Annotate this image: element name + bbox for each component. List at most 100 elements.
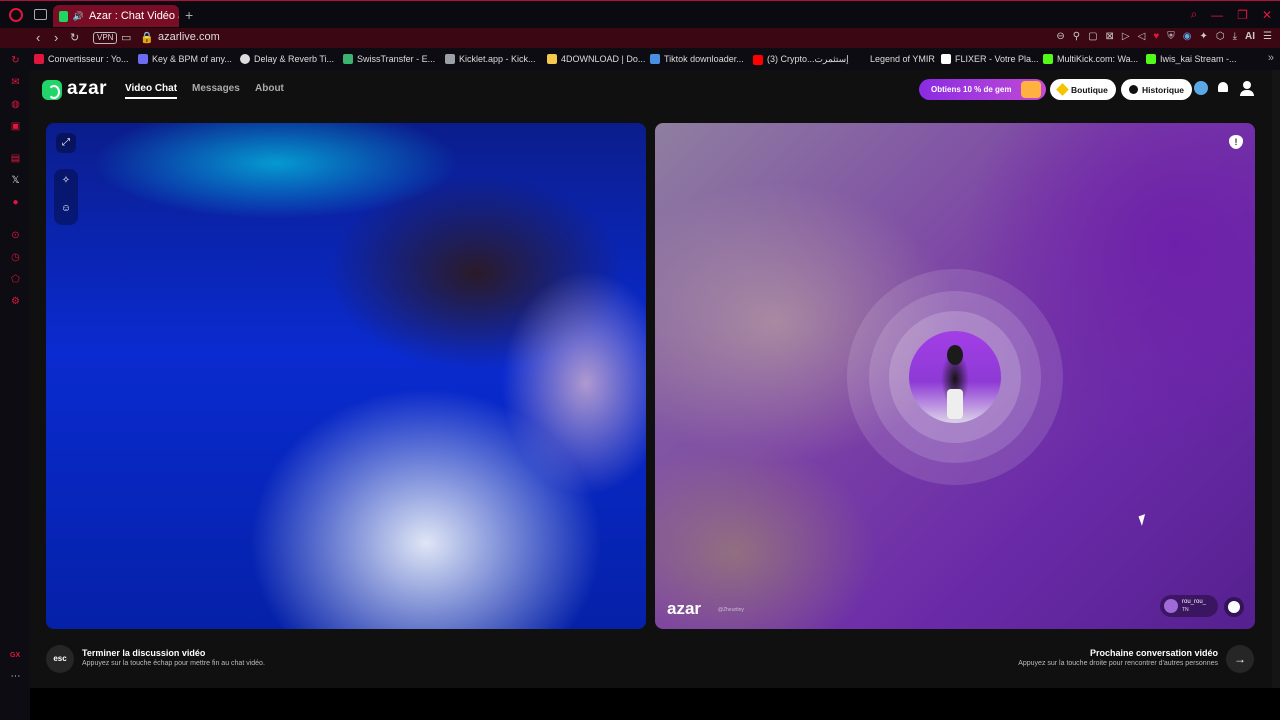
- swisstransfer-icon: [343, 54, 353, 64]
- mouse-cursor-icon: [1138, 514, 1149, 526]
- reload-icon[interactable]: ↻: [70, 31, 79, 44]
- bookmark-item[interactable]: Legend of YMIR: [870, 54, 935, 64]
- search-icon[interactable]: ⌕: [1190, 7, 1197, 22]
- lock-icon[interactable]: 🔒: [140, 31, 154, 44]
- clock-icon: [1129, 85, 1138, 94]
- tab-menu-icon[interactable]: [34, 9, 47, 20]
- bookmark-item[interactable]: MultiKick.com: Wa...: [1043, 54, 1138, 64]
- block-icon[interactable]: ⊠: [1106, 31, 1114, 42]
- extensions-icon[interactable]: ⬠: [10, 274, 21, 285]
- aria-icon[interactable]: ↻: [10, 55, 21, 66]
- bookmark-item[interactable]: Delay & Reverb Ti...: [240, 54, 334, 64]
- flow-icon[interactable]: ◁: [1138, 31, 1146, 42]
- partner-name: rou_rou_: [1182, 599, 1207, 605]
- tab-messages[interactable]: Messages: [192, 83, 240, 94]
- profile-icon[interactable]: [1240, 81, 1254, 96]
- sound-ext-icon[interactable]: ◉: [1183, 31, 1192, 42]
- twitch-icon[interactable]: ▤: [10, 153, 21, 164]
- close-icon[interactable]: ✕: [1262, 8, 1272, 22]
- vk-icon[interactable]: ●: [10, 197, 21, 208]
- music-icon[interactable]: ▣: [10, 121, 21, 132]
- snapshot-icon[interactable]: ▢: [1088, 31, 1097, 42]
- boutique-button[interactable]: Boutique: [1050, 79, 1116, 100]
- chat-bubble-icon[interactable]: [1194, 81, 1208, 95]
- puzzle-icon[interactable]: ✦: [1199, 31, 1207, 42]
- historique-button[interactable]: Historique: [1121, 79, 1193, 100]
- tab-title: Azar : Chat Vidéo avec: [89, 10, 179, 22]
- restore-icon[interactable]: ❐: [1237, 8, 1248, 22]
- azar-logo-icon[interactable]: [42, 80, 62, 100]
- messenger-icon[interactable]: ✉: [10, 77, 21, 88]
- esc-button[interactable]: esc: [46, 645, 74, 673]
- partner-avatar: [909, 331, 1001, 423]
- bottom-strip: [30, 688, 1280, 720]
- watermark-handle: @Zheurtiny: [718, 607, 744, 613]
- minimize-icon[interactable]: —: [1211, 8, 1223, 22]
- bookmark-item[interactable]: Convertisseur : Yo...: [34, 54, 129, 64]
- chat-sidebar-icon[interactable]: ◍: [10, 99, 21, 110]
- page-scrollbar[interactable]: [1272, 70, 1280, 688]
- more-icon[interactable]: ⋯: [10, 671, 21, 682]
- azar-logo-text[interactable]: azar: [67, 78, 107, 100]
- gx-icon[interactable]: GX: [10, 652, 20, 659]
- bookmark-item[interactable]: (3) Crypto...إستثمرت: [753, 54, 849, 65]
- gem-icon: [1056, 83, 1069, 96]
- forward-icon[interactable]: ›: [54, 30, 58, 45]
- browser-window: 🔊 Azar : Chat Vidéo avec + ⌕ — ❐ ✕ ‹ › ↻…: [0, 0, 1280, 720]
- next-chat-subtitle: Appuyez sur la touche droite pour rencon…: [1018, 660, 1218, 667]
- bookmark-item[interactable]: Kicklet.app - Kick...: [445, 54, 536, 64]
- report-shield-icon[interactable]: !: [1229, 135, 1243, 149]
- settings-icon[interactable]: ⚙: [10, 296, 21, 307]
- vpn-badge[interactable]: VPN: [93, 32, 118, 44]
- kicklet-icon: [445, 54, 455, 64]
- tab-about[interactable]: About: [255, 83, 284, 94]
- x-icon[interactable]: 𝕏: [10, 175, 21, 186]
- bookmark-item[interactable]: SwissTransfer - E...: [343, 54, 435, 64]
- end-chat-subtitle: Appuyez sur la touche échap pour mettre …: [82, 660, 265, 667]
- menu-icon[interactable]: ☰: [1263, 31, 1272, 42]
- partner-mini-avatar: [1164, 599, 1178, 613]
- player-icon[interactable]: ⊙: [10, 230, 21, 241]
- end-chat-title: Terminer la discussion vidéo: [82, 648, 206, 658]
- zoom-icon[interactable]: ⊖: [1056, 31, 1064, 42]
- speaker-icon[interactable]: 🔊: [73, 11, 84, 22]
- face-filter-icon[interactable]: ☺: [56, 199, 76, 219]
- message-button[interactable]: [1224, 597, 1244, 617]
- bookmark-item[interactable]: Tiktok downloader...: [650, 54, 744, 64]
- opera-logo-icon[interactable]: [9, 8, 23, 22]
- bookmark-item[interactable]: 4DOWNLOAD | Do...: [547, 54, 645, 64]
- url-field[interactable]: azarlive.com: [158, 31, 220, 43]
- gem-promo-button[interactable]: Obtiens 10 % de gem: [919, 79, 1046, 100]
- back-icon[interactable]: ‹: [36, 30, 40, 45]
- bell-icon[interactable]: [1216, 81, 1230, 95]
- chevron-right-icon[interactable]: »: [1268, 52, 1274, 64]
- partner-country: TN: [1182, 607, 1189, 613]
- download-icon[interactable]: ⤓: [1233, 31, 1237, 42]
- tab-video-chat[interactable]: Video Chat: [125, 83, 178, 99]
- magic-wand-icon[interactable]: ✧: [56, 171, 76, 191]
- note-icon: [138, 54, 148, 64]
- tab-azar[interactable]: 🔊 Azar : Chat Vidéo avec: [53, 5, 179, 27]
- next-button[interactable]: →: [1226, 645, 1254, 673]
- ai-button[interactable]: AI: [1245, 31, 1255, 42]
- shield-ext-icon[interactable]: ⛨: [1167, 31, 1175, 42]
- extensions-toolbar: ⊖ ⚲ ▢ ⊠ ▷ ◁ ♥ ⛨ ◉ ✦ ⬡ ⤓ AI ☰: [1056, 31, 1272, 42]
- pin-icon[interactable]: ⚲: [1073, 31, 1080, 42]
- bookmark-item[interactable]: Iwis_kai Stream -...: [1146, 54, 1237, 64]
- local-video: ⤢ ✧ ☺: [46, 123, 646, 629]
- swap-camera-icon[interactable]: ⤢: [56, 133, 76, 153]
- partner-info-chip[interactable]: rou_rou_ TN: [1160, 595, 1218, 617]
- history-icon[interactable]: ◷: [10, 252, 21, 263]
- bookmark-item[interactable]: FLIXER - Votre Pla...: [941, 54, 1039, 64]
- bookmarks-bar: Convertisseur : Yo... Key & BPM of any..…: [30, 49, 1280, 69]
- download-icon: [650, 54, 660, 64]
- camera-icon[interactable]: ▭: [121, 31, 131, 44]
- new-tab-icon[interactable]: +: [185, 7, 193, 23]
- tab-strip: 🔊 Azar : Chat Vidéo avec + ⌕ — ❐ ✕: [0, 0, 1280, 29]
- bookmark-item[interactable]: Key & BPM of any...: [138, 54, 232, 64]
- address-bar: ‹ › ↻ VPN ▭ 🔒 azarlive.com ⊖ ⚲ ▢ ⊠ ▷ ◁ ♥…: [0, 28, 1280, 48]
- play-icon[interactable]: ▷: [1122, 31, 1130, 42]
- azar-page: azar Video Chat Messages About Obtiens 1…: [30, 70, 1272, 688]
- heart-icon[interactable]: ♥: [1153, 31, 1159, 42]
- cube-icon[interactable]: ⬡: [1216, 31, 1225, 42]
